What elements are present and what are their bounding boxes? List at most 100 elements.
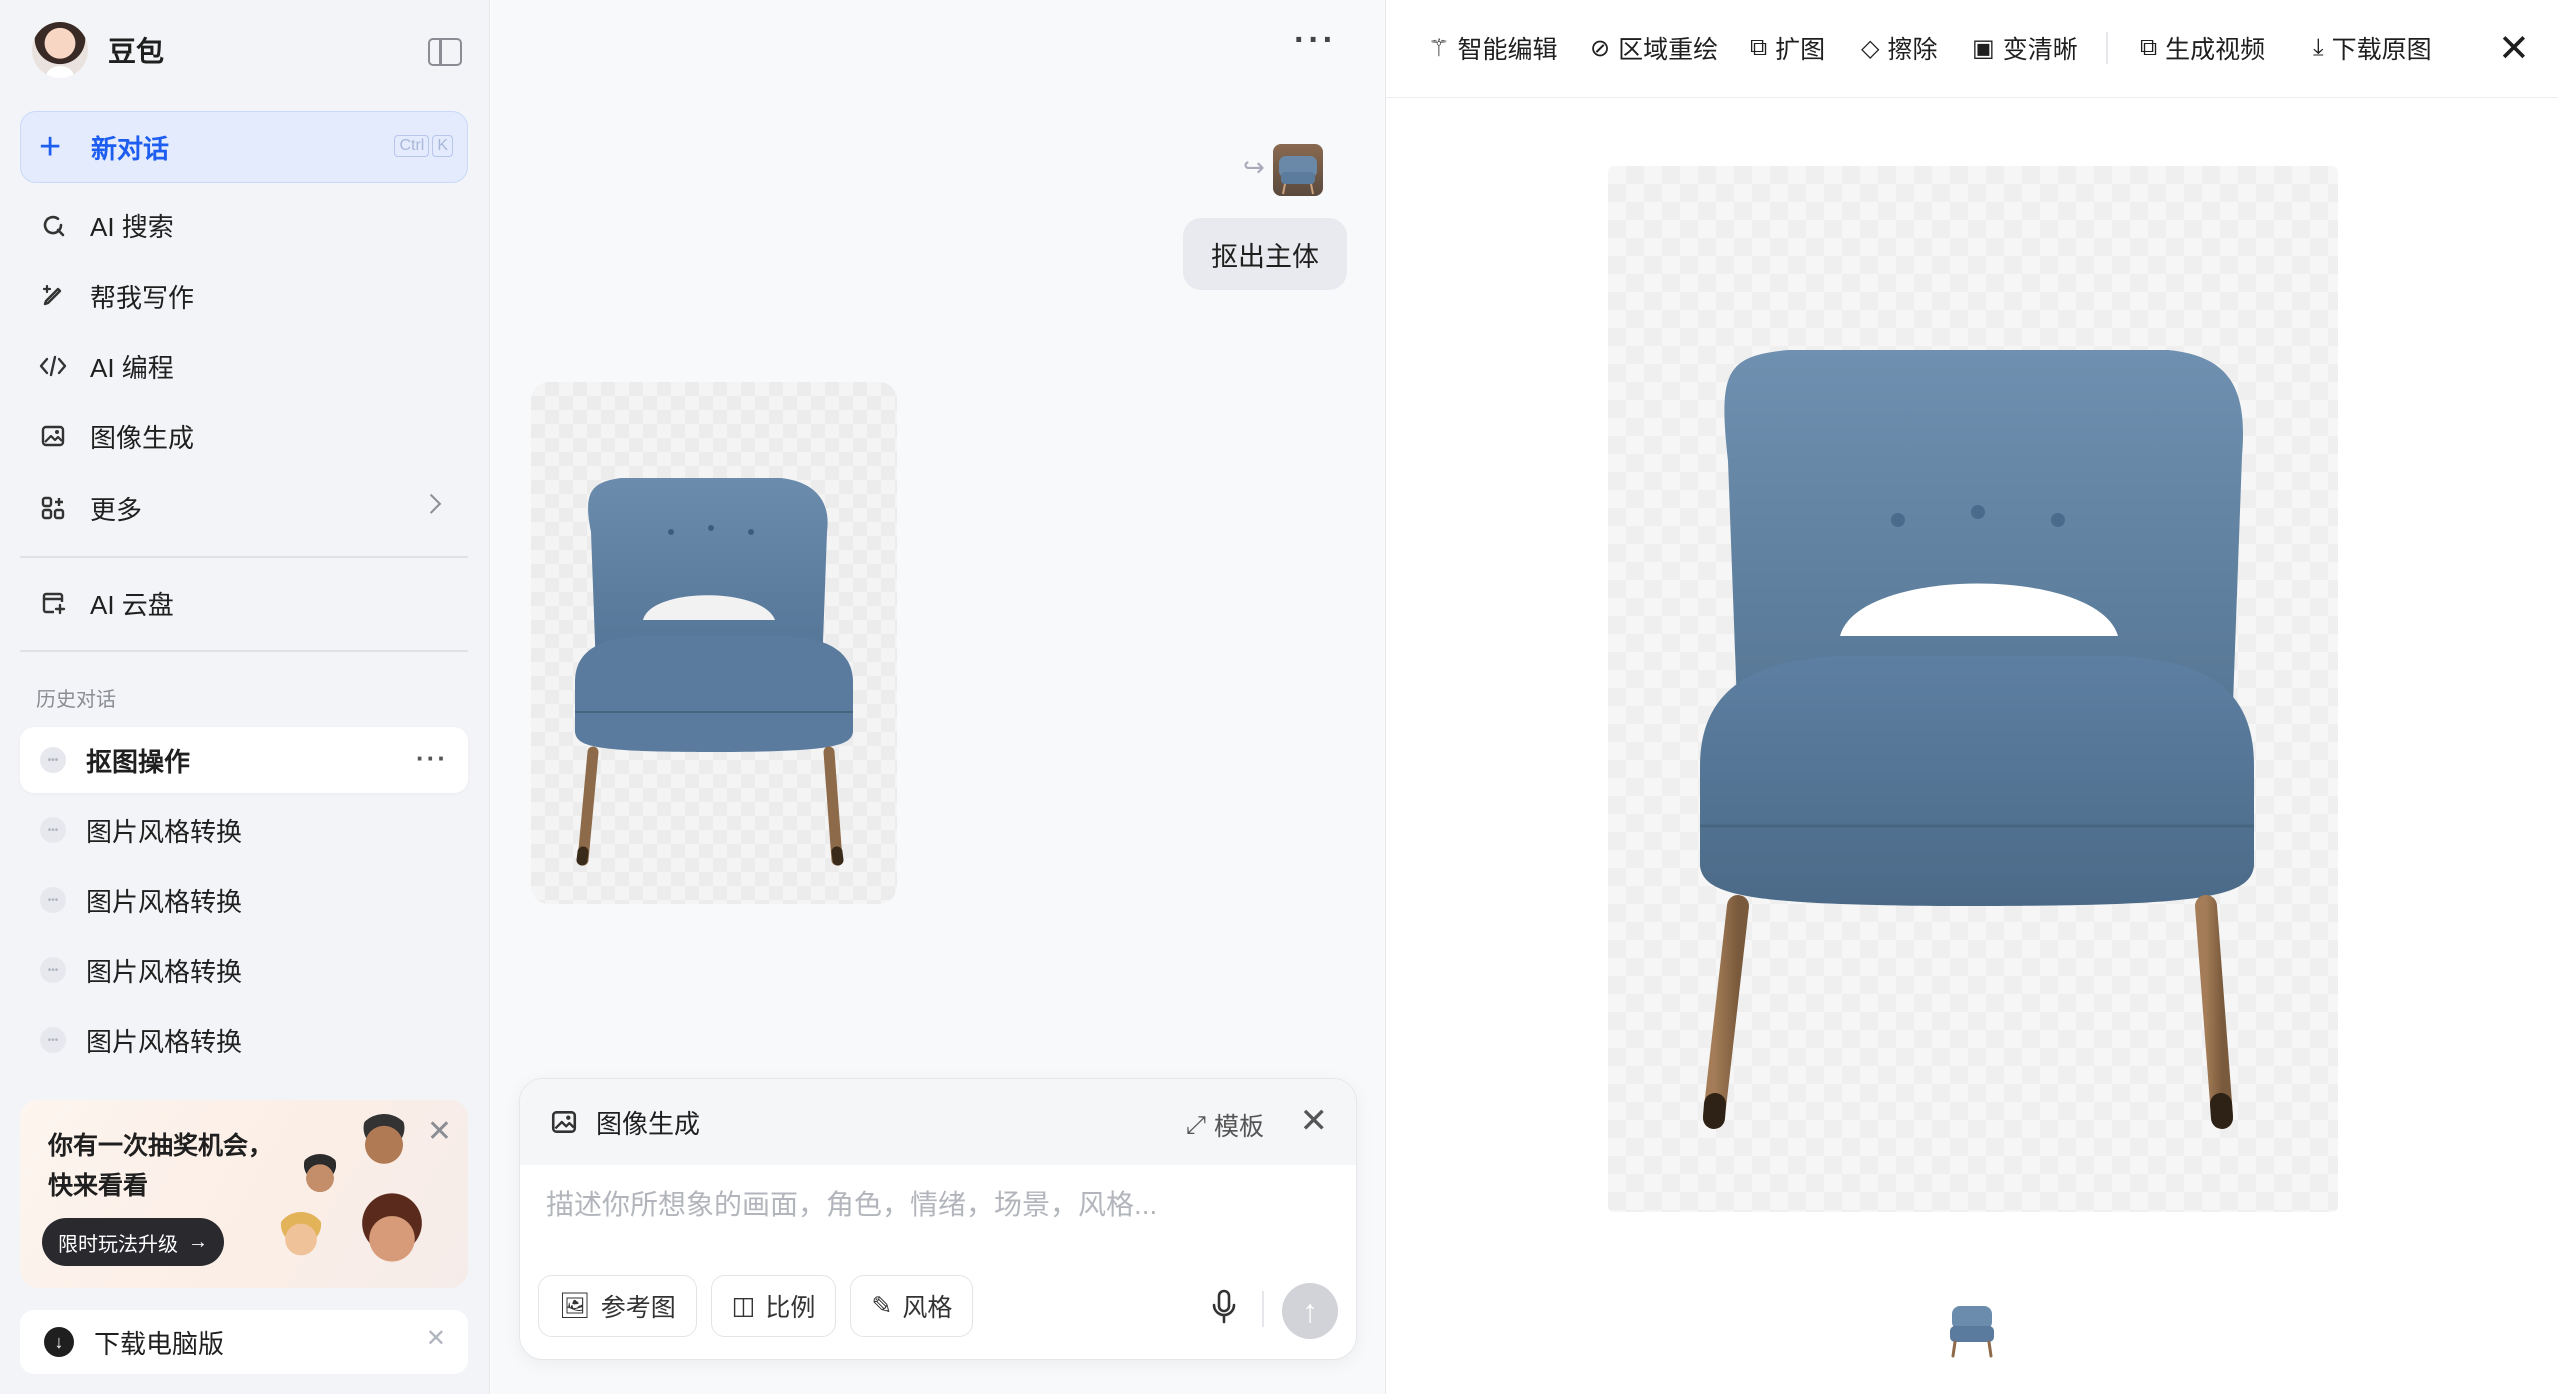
sidebar-item-image-gen[interactable]: 图像生成 [20,405,468,467]
brand[interactable]: 豆包 [32,22,164,78]
chip-label: 比例 [765,1294,816,1322]
image-icon [550,1108,578,1136]
style-button[interactable]: ✎ 风格 [850,1275,974,1337]
chip-label: 风格 [902,1294,953,1322]
divider [20,556,468,558]
image-viewer: ⚚ 智能编辑 ⊘ 区域重绘 ⧉ 扩图 ◇ 擦除 ▣ 变清晰 ⧉ 生成视频 ⤓ 下… [1385,0,2558,1394]
chat-bubble-icon: ••• [40,957,66,983]
user-message-text: 抠出主体 [1211,241,1319,272]
history-item-label: 图片风格转换 [86,886,243,917]
hd-icon: ▣ [1972,34,1995,62]
chevron-right-icon [421,493,442,514]
attached-image-thumbnail[interactable] [1273,144,1323,196]
chat-panel: ··· ↪ 抠出主体 图像生成 ⤢ 模板 ✕ 描述你所想象的画面，角色，情绪，场… [491,0,1385,1394]
cutout-result-image[interactable] [531,382,897,904]
promo-text: 你有一次抽奖机会，快来看看 [48,1132,274,1200]
aspect-ratio-icon: ◫ [731,1292,756,1320]
arrow-right-icon: → [188,1230,208,1253]
history-item[interactable]: ••• 图片风格转换 [20,1007,468,1073]
reference-image-icon: 🖼 [559,1291,591,1320]
search-icon [38,210,68,240]
new-chat-button[interactable]: + 新对话 Ctrl K [20,111,468,183]
chat-bubble-icon: ••• [40,1027,66,1053]
region-repaint-button[interactable]: ⊘ 区域重绘 [1590,30,1718,66]
shortcut-hint: Ctrl K [394,135,453,157]
tool-label: 擦除 [1887,36,1938,64]
composer: 图像生成 ⤢ 模板 ✕ 🖼 参考图 ◫ 比例 ✎ 风格 [519,1078,1357,1360]
close-icon[interactable]: ✕ [1300,1101,1329,1141]
viewer-toolbar: ⚚ 智能编辑 ⊘ 区域重绘 ⧉ 扩图 ◇ 擦除 ▣ 变清晰 ⧉ 生成视频 ⤓ 下… [1386,0,2558,98]
erase-button[interactable]: ◇ 擦除 [1861,30,1937,66]
more-options-icon[interactable]: ··· [1294,23,1337,57]
template-button[interactable]: ⤢ 模板 [1186,1107,1264,1143]
expand-image-button[interactable]: ⧉ 扩图 [1750,30,1825,66]
expand-icon: ⧉ [1750,34,1768,61]
promo-button-label: 限时玩法升级 [58,1233,178,1256]
apps-icon [38,493,68,523]
sidebar-item-cloud[interactable]: AI 云盘 [20,572,468,634]
enhance-button[interactable]: ▣ 变清晰 [1972,30,2078,66]
history-item[interactable]: ••• 图片风格转换 [20,937,468,1003]
sidebar-item-ai-search[interactable]: AI 搜索 [20,194,468,256]
sidebar-item-coding[interactable]: AI 编程 [20,335,468,397]
sidebar-item-label: AI 云盘 [90,589,174,620]
tool-label: 变清晰 [2002,36,2078,64]
aspect-ratio-button[interactable]: ◫ 比例 [710,1275,837,1337]
history-item[interactable]: ••• 图片风格转换 [20,797,468,863]
chair-image [1700,350,2254,1129]
sticker-avatar [298,1154,342,1198]
history-item-label: 图片风格转换 [86,816,243,847]
sidebar-item-label: AI 编程 [90,352,174,383]
download-original-button[interactable]: ⤓ 下载原图 [2313,30,2432,66]
microphone-icon[interactable] [1210,1289,1238,1325]
history-item-label: 抠图操作 [86,746,191,777]
sidebar-item-more[interactable]: 更多 [20,477,468,539]
sticker-avatar [276,1212,326,1262]
brush-icon: ✎ [871,1292,893,1320]
history-section-title: 历史对话 [36,689,116,711]
more-options-icon[interactable]: ··· [416,743,448,774]
divider [20,650,468,652]
image-thumbnail[interactable] [1946,1296,1998,1360]
close-icon[interactable]: ✕ [427,1114,452,1149]
eraser-icon: ◇ [1861,34,1880,62]
divider [2106,32,2108,64]
tool-label: 智能编辑 [1457,36,1558,64]
generate-video-button[interactable]: ⧉ 生成视频 [2140,30,2265,66]
sidebar-item-writing[interactable]: 帮我写作 [20,265,468,327]
sidebar: 豆包 + 新对话 Ctrl K AI 搜索 帮我写作 AI 编程 图像生成 更多… [0,0,490,1394]
brand-name: 豆包 [108,36,165,67]
sidebar-item-label: 图像生成 [90,422,195,453]
chat-bubble-icon: ••• [40,887,66,913]
cloud-drive-icon [38,588,68,618]
composer-chips: 🖼 参考图 ◫ 比例 ✎ 风格 [538,1275,974,1337]
send-button[interactable]: ↑ [1282,1283,1338,1339]
close-icon[interactable]: ✕ [2498,26,2530,71]
magic-wand-icon: ⚚ [1428,34,1450,62]
download-icon: ↓ [44,1327,74,1357]
composer-mode-label: 图像生成 [596,1108,701,1139]
close-icon[interactable]: ✕ [426,1324,446,1353]
sidebar-item-label: 帮我写作 [90,282,195,313]
preview-image[interactable] [1608,166,2338,1212]
download-desktop-button[interactable]: ↓ 下载电脑版 ✕ [20,1310,468,1374]
lottery-promo-card[interactable]: 你有一次抽奖机会，快来看看 限时玩法升级 → ✕ [20,1100,468,1288]
chat-bubble-icon: ••• [40,817,66,843]
download-icon: ⤓ [2313,34,2324,61]
promo-button[interactable]: 限时玩法升级 → [42,1218,224,1266]
prompt-input[interactable] [546,1189,1306,1221]
sidebar-toggle-icon[interactable] [428,38,462,66]
new-chat-label: 新对话 [91,133,170,164]
history-item[interactable]: ••• 图片风格转换 [20,867,468,933]
repaint-icon: ⊘ [1590,34,1611,62]
template-label: 模板 [1213,1113,1264,1141]
smart-edit-button[interactable]: ⚚ 智能编辑 [1428,30,1558,66]
tool-label: 生成视频 [2165,36,2266,64]
reply-arrow-icon: ↪ [1243,152,1265,182]
reference-image-button[interactable]: 🖼 参考图 [538,1275,697,1337]
history-item-label: 图片风格转换 [86,956,243,987]
sidebar-item-label: 更多 [90,494,143,525]
history-item-label: 图片风格转换 [86,1026,243,1057]
avatar [32,22,88,78]
history-item[interactable]: ••• 抠图操作 ··· [20,727,468,793]
